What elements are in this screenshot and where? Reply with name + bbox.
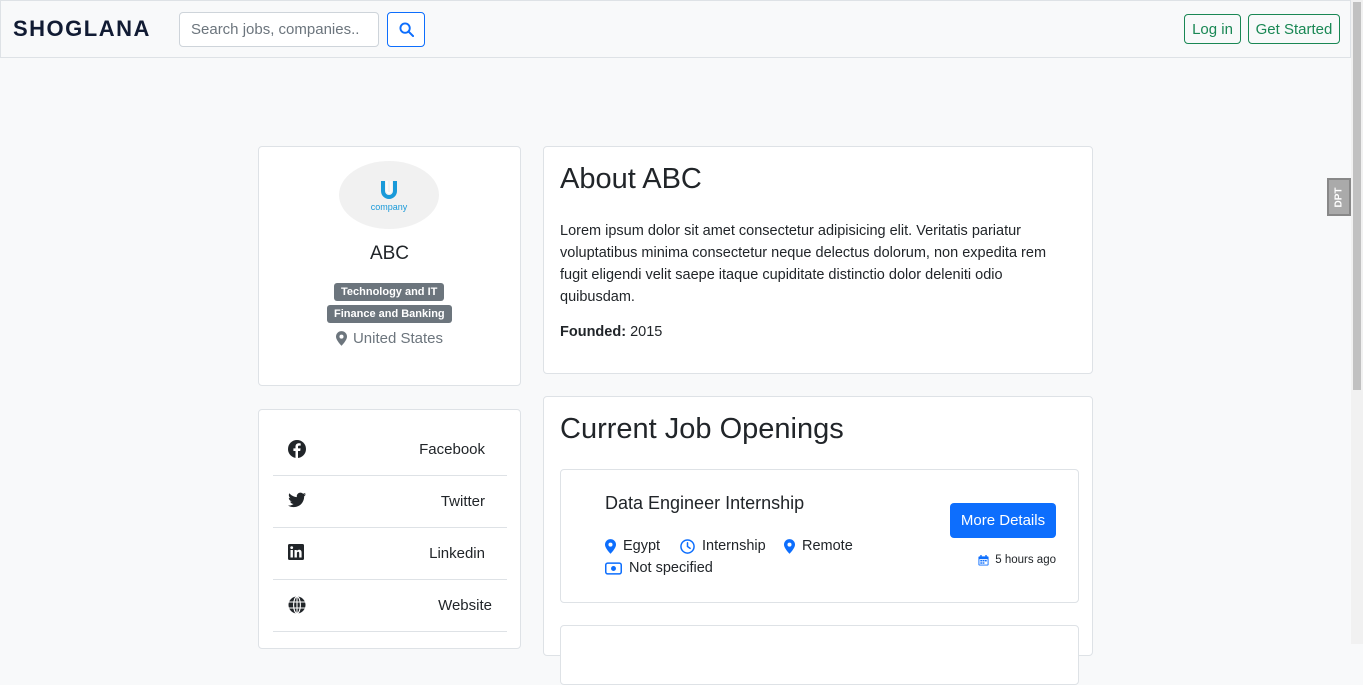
social-links-card: Facebook Twitter Linkedin Website [258, 409, 521, 649]
job-title[interactable]: Data Engineer Internship [605, 493, 804, 514]
map-pin-icon [784, 538, 795, 554]
scrollbar-thumb[interactable] [1353, 2, 1361, 390]
top-navbar: SHOGLANA Log in Get Started [0, 0, 1351, 58]
company-profile-card: company ABC Technology and IT Finance an… [258, 146, 521, 386]
side-tab[interactable]: DPT [1327, 178, 1351, 216]
calendar-icon [978, 554, 989, 566]
founded-value: 2015 [630, 324, 663, 340]
job-salary: Not specified [605, 560, 713, 576]
company-location: United States [259, 330, 520, 347]
job-workplace: Remote [784, 538, 853, 554]
money-icon [605, 561, 622, 575]
job-country: Egypt [605, 538, 660, 554]
social-link-label: Linkedin [429, 545, 485, 562]
more-details-button[interactable]: More Details [950, 503, 1056, 538]
company-name: ABC [369, 243, 410, 264]
job-type: Internship [680, 538, 766, 554]
search-button[interactable] [387, 12, 425, 47]
brand-logo[interactable]: SHOGLANA [13, 16, 151, 42]
job-posted-text: 5 hours ago [995, 554, 1056, 566]
job-posted-time: 5 hours ago [978, 554, 1056, 566]
social-link-label: Website [438, 597, 492, 614]
clock-icon [680, 538, 695, 554]
page-scrollbar[interactable] [1351, 0, 1363, 644]
side-tab-label: DPT [1333, 187, 1345, 207]
globe-icon [288, 596, 306, 614]
company-logo: company [339, 161, 439, 229]
get-started-button[interactable]: Get Started [1248, 14, 1340, 44]
founded-info: Founded: 2015 [560, 324, 662, 340]
linkedin-icon [288, 544, 304, 560]
login-button[interactable]: Log in [1184, 14, 1241, 44]
about-title: About ABC [560, 163, 702, 195]
founded-label: Founded: [560, 324, 627, 340]
map-pin-icon [605, 538, 616, 554]
industry-badge: Finance and Banking [327, 305, 452, 323]
about-card: About ABC Lorem ipsum dolor sit amet con… [543, 146, 1093, 374]
search-icon [398, 22, 414, 37]
social-link-label: Facebook [419, 441, 485, 458]
job-listing: Data Engineer Internship Egypt Internshi… [560, 469, 1079, 603]
twitter-icon [288, 492, 306, 508]
social-link-label: Twitter [440, 493, 485, 510]
social-link-facebook[interactable]: Facebook [273, 424, 507, 476]
location-text: United States [352, 330, 444, 347]
company-logo-mark-icon [381, 180, 397, 199]
about-description: Lorem ipsum dolor sit amet consectetur a… [560, 223, 1047, 305]
social-link-website[interactable]: Website [273, 580, 507, 632]
job-openings-card: Current Job Openings Data Engineer Inter… [543, 396, 1093, 685]
social-link-twitter[interactable]: Twitter [273, 476, 507, 528]
company-logo-text: company [370, 201, 408, 212]
job-type-text: Internship [702, 538, 766, 554]
job-salary-text: Not specified [629, 560, 713, 576]
job-openings-title: Current Job Openings [560, 413, 844, 445]
job-country-text: Egypt [623, 538, 661, 554]
job-listing [560, 625, 1079, 685]
job-workplace-text: Remote [802, 538, 853, 554]
facebook-icon [288, 440, 306, 458]
industry-badge: Technology and IT [334, 283, 445, 301]
map-pin-icon [335, 331, 347, 346]
search-input[interactable] [179, 12, 379, 47]
social-link-linkedin[interactable]: Linkedin [273, 528, 507, 580]
